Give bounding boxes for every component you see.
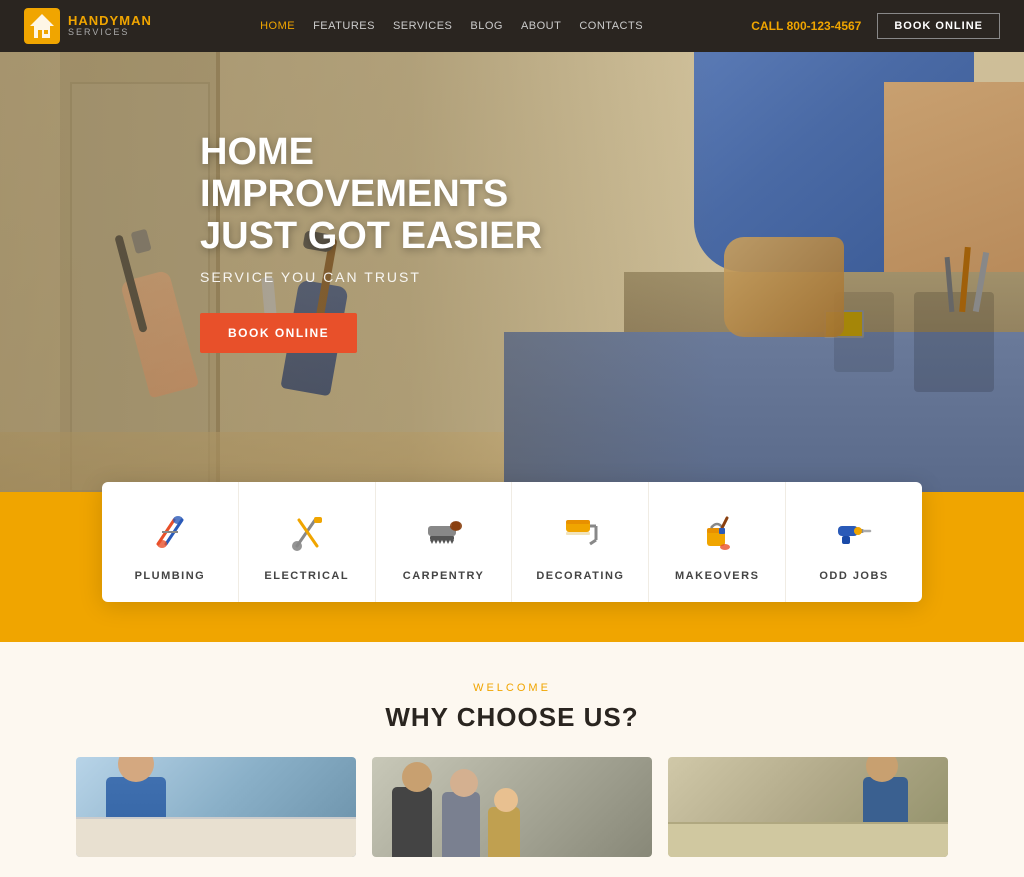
why-card-1	[76, 757, 356, 857]
why-welcome-label: Welcome	[0, 682, 1024, 694]
logo-text: HANDYMAN SERVICES	[68, 14, 152, 38]
why-person-2c	[488, 807, 520, 857]
nav-home[interactable]: HOME	[260, 20, 295, 32]
why-cards	[0, 733, 1024, 857]
electrical-label: ELECTRICAL	[264, 570, 349, 582]
logo-icon	[24, 8, 60, 44]
why-card-3	[668, 757, 948, 857]
why-person-2a	[392, 787, 432, 857]
phone-number: 800-123-4567	[787, 19, 862, 33]
plumbing-icon	[144, 506, 196, 558]
service-plumbing[interactable]: PLUMBING	[102, 482, 239, 602]
makeovers-label: MAKEOVERS	[675, 570, 759, 582]
why-surface	[668, 822, 948, 857]
nav-contacts[interactable]: CONTACTS	[579, 20, 643, 32]
service-odd-jobs[interactable]: ODD JOBS	[786, 482, 922, 602]
logo: HANDYMAN SERVICES	[24, 8, 152, 44]
logo-brand: HANDYMAN	[68, 14, 152, 28]
why-person-2c-head	[494, 788, 518, 812]
yellow-band-bottom	[0, 602, 1024, 642]
electrical-icon	[281, 506, 333, 558]
nav-services[interactable]: SERVICES	[393, 20, 452, 32]
service-electrical[interactable]: ELECTRICAL	[239, 482, 376, 602]
service-carpentry[interactable]: CARPENTRY	[376, 482, 513, 602]
why-person-2b-head	[450, 769, 478, 797]
nav-blog[interactable]: BLOG	[470, 20, 503, 32]
header-right: CALL 800-123-4567 BOOK ONLINE	[751, 13, 1000, 39]
services-band: PLUMBING ELECTRICAL	[0, 492, 1024, 642]
nav-features[interactable]: FEATURES	[313, 20, 375, 32]
hero-section: HOME IMPROVEMENTS JUST GOT EASIER SERVIC…	[0, 52, 1024, 492]
header: HANDYMAN SERVICES HOME FEATURES SERVICES…	[0, 0, 1024, 52]
odd-jobs-icon	[828, 506, 880, 558]
logo-services: SERVICES	[68, 28, 152, 38]
makeovers-icon	[691, 506, 743, 558]
decorating-icon	[554, 506, 606, 558]
service-decorating[interactable]: DECORATING	[512, 482, 649, 602]
decorating-label: DECORATING	[536, 570, 624, 582]
call-info: CALL 800-123-4567	[751, 19, 861, 33]
why-person-2a-head	[402, 762, 432, 792]
hero-subtitle: SERVICE YOU CAN TRUST	[200, 269, 1024, 285]
nav-about[interactable]: ABOUT	[521, 20, 561, 32]
why-person-2b	[442, 792, 480, 857]
main-nav: HOME FEATURES SERVICES BLOG ABOUT CONTAC…	[260, 20, 643, 32]
hero-title: HOME IMPROVEMENTS JUST GOT EASIER	[200, 132, 620, 257]
hero-book-button[interactable]: BOOK ONLINE	[200, 313, 357, 353]
carpentry-icon	[418, 506, 470, 558]
services-card: PLUMBING ELECTRICAL	[102, 482, 922, 602]
service-makeovers[interactable]: MAKEOVERS	[649, 482, 786, 602]
hero-content: HOME IMPROVEMENTS JUST GOT EASIER SERVIC…	[0, 52, 1024, 353]
why-card-2	[372, 757, 652, 857]
services-row: PLUMBING ELECTRICAL	[0, 482, 1024, 602]
plumbing-label: PLUMBING	[135, 570, 206, 582]
header-book-button[interactable]: BOOK ONLINE	[877, 13, 1000, 39]
why-section: Welcome WHY CHOOSE US?	[0, 642, 1024, 877]
odd-jobs-label: ODD JOBS	[819, 570, 888, 582]
carpentry-label: CARPENTRY	[403, 570, 485, 582]
why-title: WHY CHOOSE US?	[0, 702, 1024, 733]
why-cabinet	[76, 817, 356, 857]
